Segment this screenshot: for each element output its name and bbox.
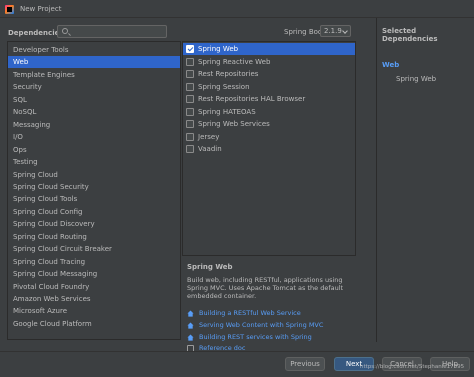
dependency-label: Vaadin (198, 145, 222, 153)
spring-boot-label: Spring Boot (284, 28, 325, 36)
selected-dependencies-panel: Selected Dependencies Web Spring Web (376, 18, 474, 342)
category-item[interactable]: Security (8, 81, 180, 93)
guide-link-label: Building a RESTful Web Service (199, 309, 301, 317)
category-item[interactable]: Spring Cloud (8, 169, 180, 181)
dependency-label: Rest Repositories (198, 70, 259, 78)
spring-boot-version-value: 2.1.9 (324, 27, 342, 35)
spring-boot-version-select[interactable]: 2.1.9 (320, 25, 351, 37)
category-item[interactable]: Spring Cloud Config (8, 206, 180, 218)
category-item[interactable]: Spring Cloud Tracing (8, 256, 180, 268)
dependency-item[interactable]: Vaadin (183, 143, 355, 155)
title-bar: New Project (0, 0, 474, 18)
home-icon (187, 310, 194, 317)
dependency-description: Spring Web Build web, including RESTful,… (187, 263, 357, 300)
description-title: Spring Web (187, 263, 233, 271)
category-item[interactable]: Template Engines (8, 69, 180, 81)
dependency-item[interactable]: Spring HATEOAS (183, 106, 355, 118)
category-item[interactable]: Spring Cloud Routing (8, 231, 180, 243)
watermark: https://blog.csdn.net/Stephanie17395 (360, 364, 465, 370)
dependency-item[interactable]: Jersey (183, 131, 355, 143)
intellij-logo-icon (5, 5, 14, 14)
guide-link-label: Serving Web Content with Spring MVC (199, 320, 324, 329)
dependency-checkbox[interactable] (186, 132, 194, 141)
description-body: Build web, including RESTful, applicatio… (187, 276, 344, 300)
dependency-list: Spring Web Spring Reactive Web Rest Reposi… (182, 41, 356, 256)
category-item[interactable]: Spring Cloud Circuit Breaker (8, 243, 180, 255)
guide-link[interactable]: Building REST services with Spring (187, 333, 357, 343)
category-item[interactable]: Web (8, 56, 180, 69)
dependency-checkbox[interactable] (186, 57, 194, 66)
dependency-item[interactable]: Rest Repositories (183, 68, 355, 80)
chevron-down-icon (342, 28, 348, 34)
selected-group-web: Web (382, 61, 400, 69)
previous-button[interactable]: Previous (285, 357, 325, 371)
dependency-search-input[interactable] (57, 25, 167, 38)
category-item[interactable]: Ops (8, 144, 180, 156)
category-list: Developer Tools Web Template Engines Securi… (7, 41, 181, 340)
dependency-label: Spring Reactive Web (198, 57, 271, 66)
search-icon (62, 28, 68, 34)
home-icon (187, 334, 194, 341)
category-item[interactable]: NoSQL (8, 106, 180, 118)
category-item[interactable]: Google Cloud Platform (8, 318, 180, 330)
category-item[interactable]: Testing (8, 156, 180, 168)
dependency-checkbox[interactable] (186, 95, 194, 103)
checkmark-icon (187, 45, 194, 52)
category-item[interactable]: Spring Cloud Messaging (8, 268, 180, 280)
dependency-checkbox[interactable] (186, 107, 194, 116)
dependency-label: Spring Session (198, 82, 250, 91)
category-item[interactable]: Spring Cloud Discovery (8, 218, 180, 230)
category-item[interactable]: SQL (8, 94, 180, 106)
category-item[interactable]: Microsoft Azure (8, 305, 180, 317)
guide-link[interactable]: Building a RESTful Web Service (187, 309, 357, 319)
selected-item[interactable]: Spring Web (396, 75, 436, 83)
dependencies-label: Dependencies (8, 29, 64, 37)
dependency-checkbox[interactable] (186, 70, 194, 78)
dependency-label: Rest Repositories HAL Browser (198, 95, 306, 103)
dependency-label: Jersey (198, 132, 220, 141)
dependency-item[interactable]: Spring Reactive Web (183, 56, 355, 68)
dependency-item[interactable]: Spring Session (183, 81, 355, 93)
dependency-checkbox[interactable] (186, 120, 194, 128)
category-item[interactable]: Developer Tools (8, 44, 180, 56)
dependency-checkbox[interactable] (186, 145, 194, 153)
dependency-label: Spring HATEOAS (198, 107, 256, 116)
dependency-label: Spring Web (198, 45, 239, 53)
category-item[interactable]: Spring Cloud Security (8, 181, 180, 193)
guide-link-label: Building REST services with Spring (199, 332, 312, 341)
category-item[interactable]: I/O (8, 131, 180, 143)
selected-dependencies-title: Selected Dependencies (382, 27, 438, 43)
home-icon (187, 322, 194, 329)
window-title: New Project (20, 5, 62, 13)
category-item[interactable]: Amazon Web Services (8, 293, 180, 305)
category-item[interactable]: Messaging (8, 119, 180, 131)
dependency-item[interactable]: Rest Repositories HAL Browser (183, 93, 355, 105)
category-item[interactable]: Spring Cloud Tools (8, 193, 180, 205)
dependency-checkbox[interactable] (186, 45, 194, 53)
category-item[interactable]: Pivotal Cloud Foundry (8, 281, 180, 293)
dependency-label: Spring Web Services (198, 120, 270, 128)
dependency-checkbox[interactable] (186, 82, 194, 91)
dependency-item[interactable]: Spring Web (183, 43, 355, 55)
dependency-item[interactable]: Spring Web Services (183, 118, 355, 130)
guide-link[interactable]: Serving Web Content with Spring MVC (187, 321, 357, 331)
